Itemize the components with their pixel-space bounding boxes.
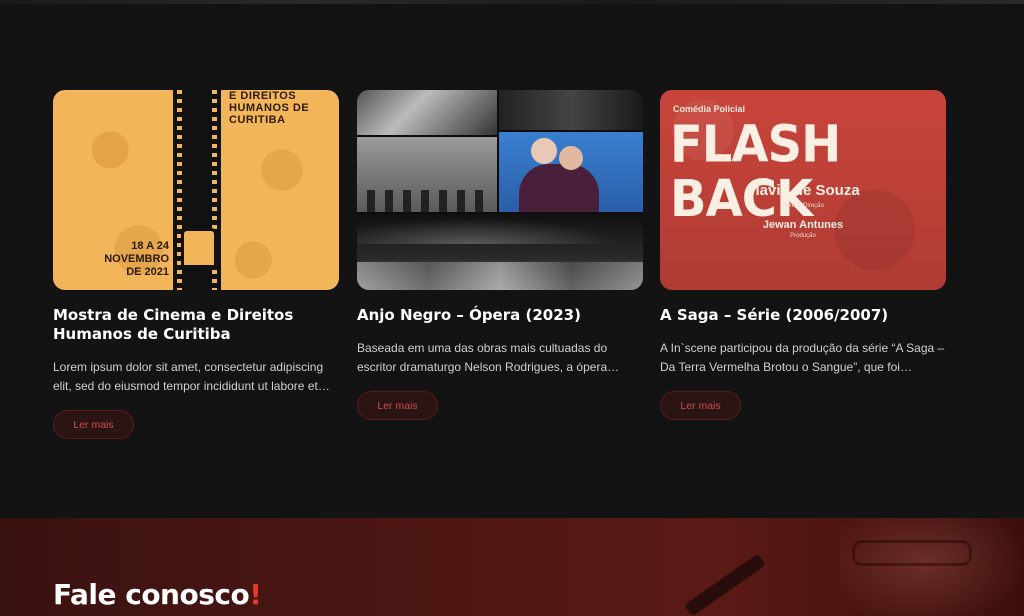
read-more-button[interactable]: Ler mais: [53, 410, 134, 439]
contact-background-photo: [840, 518, 1024, 616]
projects-grid: E DIREITOS HUMANOS DE CURITIBA 18 A 24 N…: [53, 90, 953, 450]
poster-date: 18 A 24 NOVEMBRO DE 2021: [104, 240, 169, 278]
poster-author: Flavio de Souza: [746, 182, 860, 199]
microphone-shape: [684, 553, 766, 616]
project-excerpt: A In`scene participou da produção da sér…: [660, 341, 945, 374]
poster-author-role: Texto e Direção: [782, 203, 824, 209]
singer-figure: [519, 164, 599, 212]
project-card-mostra: E DIREITOS HUMANOS DE CURITIBA 18 A 24 N…: [53, 90, 339, 439]
singer-figure: [559, 146, 583, 170]
read-more-button[interactable]: Ler mais: [660, 391, 741, 420]
project-thumbnail-anjo-negro[interactable]: [357, 90, 643, 290]
collage-photo: [357, 90, 497, 135]
singer-figure: [531, 138, 557, 164]
collage-photo: [499, 90, 643, 130]
project-title[interactable]: A Saga – Série (2006/2007): [660, 306, 946, 325]
fist-icon: [181, 228, 217, 268]
project-card-anjo-negro: Anjo Negro – Ópera (2023) Baseada em uma…: [357, 90, 643, 420]
project-excerpt: Lorem ipsum dolor sit amet, consectetur …: [53, 360, 330, 393]
poster-title: FLASH BACK: [670, 115, 841, 229]
collage-photo-singers: [499, 132, 643, 212]
poster-producer-role: Produção: [790, 233, 816, 239]
poster-heading: E DIREITOS HUMANOS DE CURITIBA: [229, 90, 310, 126]
project-title[interactable]: Anjo Negro – Ópera (2023): [357, 306, 643, 325]
project-thumbnail-flash-back[interactable]: Comédia Policial FLASH BACK Flavio de So…: [660, 90, 946, 290]
project-thumbnail-mostra[interactable]: E DIREITOS HUMANOS DE CURITIBA 18 A 24 N…: [53, 90, 339, 290]
contact-heading-accent: !: [249, 578, 262, 611]
collage-light: [357, 214, 643, 244]
read-more-button[interactable]: Ler mais: [357, 391, 438, 420]
contact-heading-text: Fale conosco: [53, 578, 250, 611]
poster-producer: Jewan Antunes: [762, 219, 844, 231]
collage-photo: [357, 137, 497, 212]
contact-heading: Fale conosco!: [53, 578, 262, 611]
project-excerpt: Baseada em uma das obras mais cultuadas …: [357, 341, 608, 374]
top-strip: [0, 0, 1024, 4]
contact-background-detail: [852, 540, 972, 566]
project-title[interactable]: Mostra de Cinema e Direitos Humanos de C…: [53, 306, 339, 344]
poster-genre: Comédia Policial: [673, 104, 746, 114]
contact-section: Fale conosco!: [0, 518, 1024, 616]
project-card-a-saga: Comédia Policial FLASH BACK Flavio de So…: [660, 90, 946, 420]
